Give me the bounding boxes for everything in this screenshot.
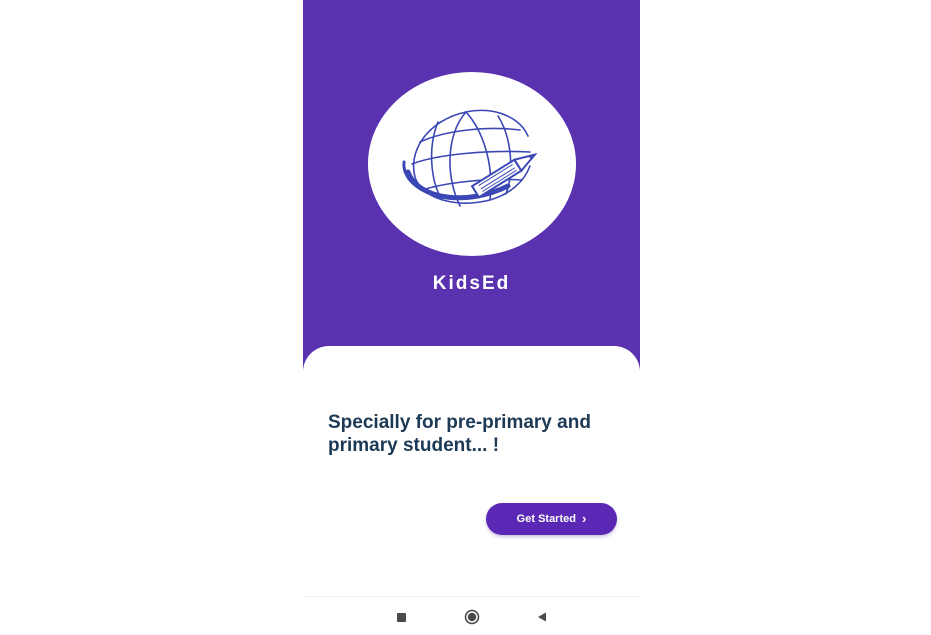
square-icon — [396, 612, 406, 622]
system-nav-bar — [303, 596, 640, 635]
circle-icon — [464, 609, 480, 625]
phone-screen: KidsEd Specially for pre-primary and pri… — [303, 0, 640, 635]
back-button[interactable] — [532, 607, 552, 627]
chevron-right-icon: › — [581, 511, 587, 526]
triangle-back-icon — [538, 612, 546, 622]
globe-pencil-icon — [402, 109, 538, 207]
screen: KidsEd Specially for pre-primary and pri… — [0, 0, 931, 635]
app-logo — [368, 72, 576, 256]
recent-apps-button[interactable] — [391, 607, 411, 627]
header-panel: KidsEd — [303, 0, 640, 372]
app-title: KidsEd — [432, 273, 511, 294]
content-sheet: Specially for pre-primary and primary st… — [303, 346, 640, 596]
get-started-label: Get Started — [516, 513, 576, 525]
home-button[interactable] — [462, 607, 482, 627]
tagline-text: Specially for pre-primary and primary st… — [328, 412, 591, 456]
get-started-button[interactable]: Get Started › — [486, 503, 617, 535]
